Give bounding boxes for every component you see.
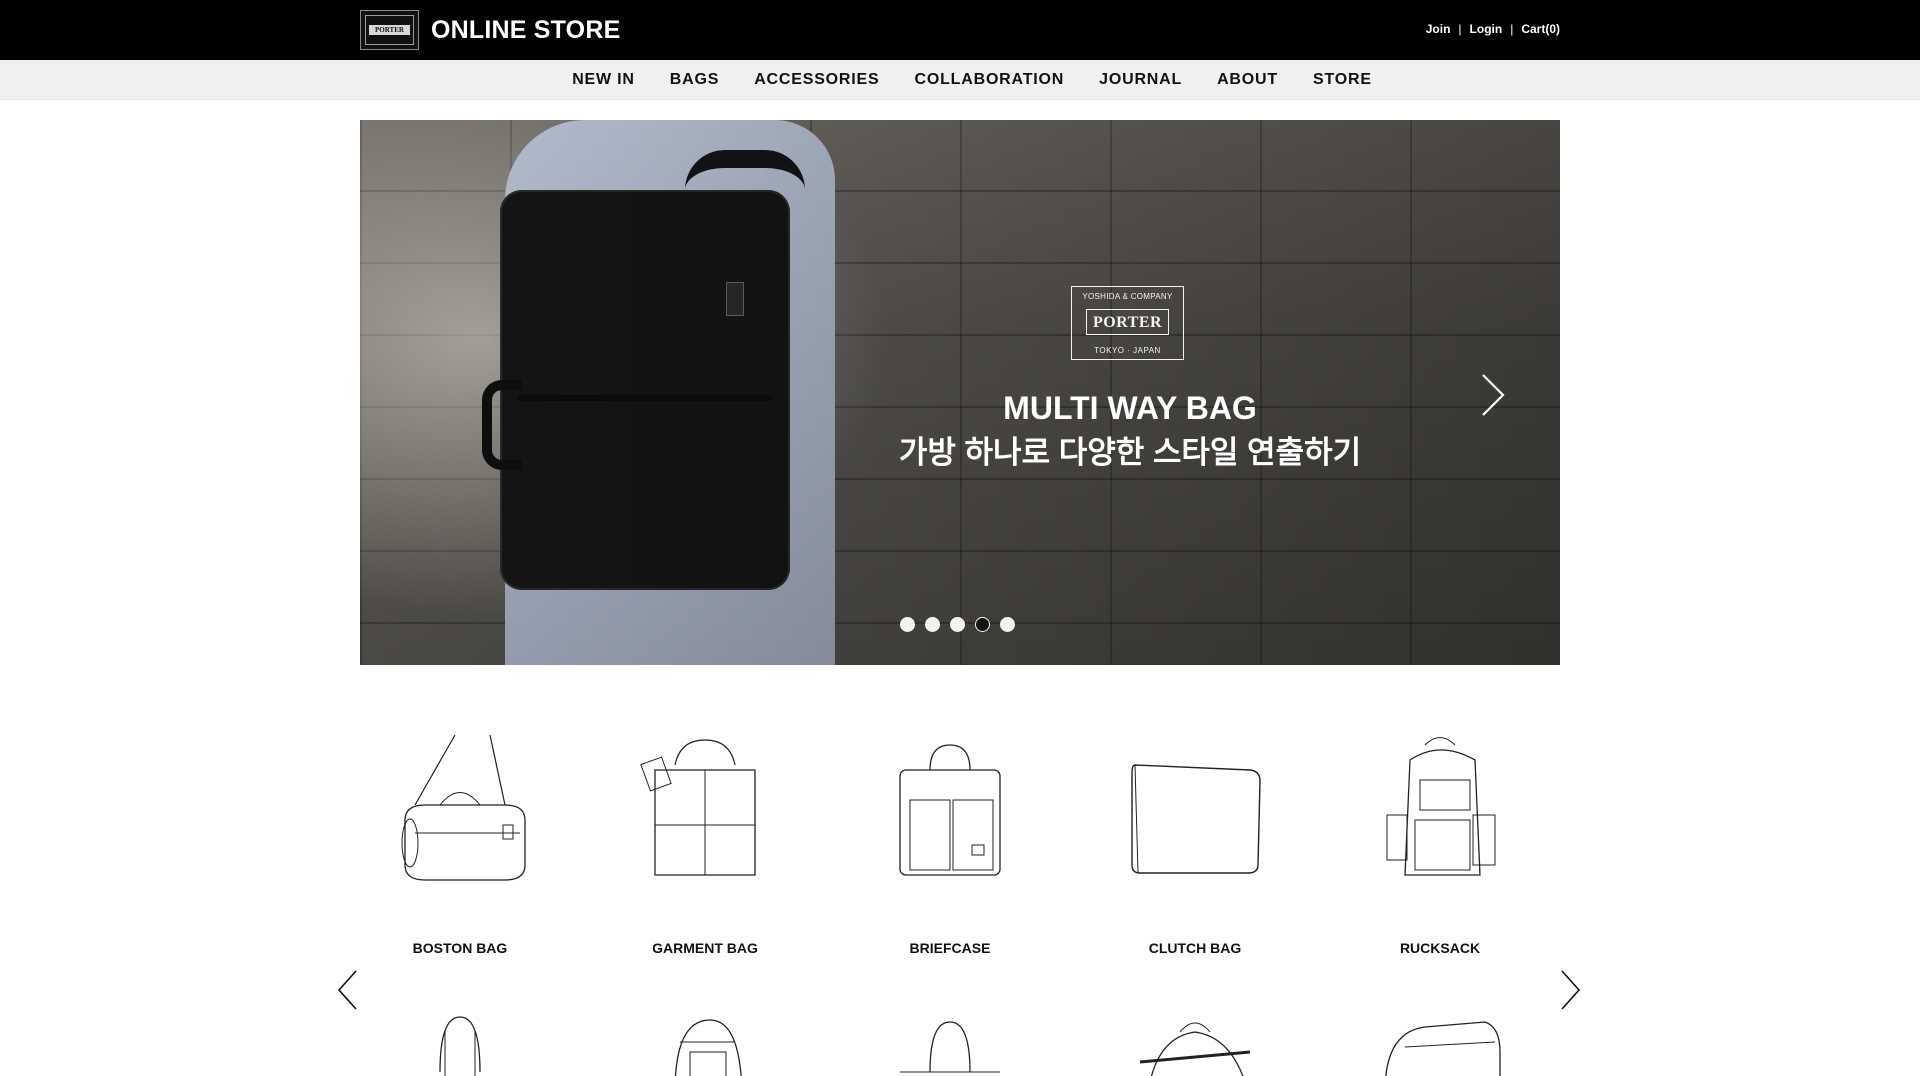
- main-nav: NEW IN BAGS ACCESSORIES COLLABORATION JO…: [0, 60, 1920, 100]
- top-bar: PORTER ONLINE STORE Join | Login | Cart(…: [0, 0, 1920, 60]
- garment-bag-icon: [630, 725, 780, 895]
- slide-dot-2[interactable]: [925, 617, 940, 632]
- category-item-partial[interactable]: [1095, 1012, 1295, 1076]
- nav-item-bags[interactable]: BAGS: [670, 71, 719, 89]
- helmet-bag-icon: [1139, 1022, 1251, 1076]
- boston-bag-icon: [385, 725, 535, 895]
- category-next-arrow[interactable]: [1558, 968, 1582, 1012]
- nav-items: NEW IN BAGS ACCESSORIES COLLABORATION JO…: [0, 60, 1920, 100]
- hero-next-arrow[interactable]: [1478, 370, 1508, 420]
- chevron-left-icon: [337, 970, 357, 1010]
- logo-name: PORTER: [1092, 314, 1163, 331]
- login-link[interactable]: Login: [1470, 22, 1503, 36]
- chevron-right-icon: [1561, 970, 1581, 1010]
- slide-indicators: [900, 617, 1015, 632]
- category-label[interactable]: BRIEFCASE: [850, 940, 1050, 956]
- clutch-bag-icon: [1120, 725, 1270, 895]
- category-item-partial[interactable]: [360, 1012, 560, 1076]
- category-item-partial[interactable]: [850, 1012, 1050, 1076]
- link-separator: |: [1458, 22, 1462, 36]
- logo-top-text: YOSHIDA & COMPANY: [1082, 292, 1173, 301]
- account-links: Join | Login | Cart(0): [1426, 22, 1560, 36]
- porter-logo[interactable]: PORTER: [360, 10, 419, 50]
- nav-item-journal[interactable]: JOURNAL: [1099, 71, 1182, 89]
- nav-item-new-in[interactable]: NEW IN: [572, 71, 635, 89]
- category-row-2: [360, 1012, 1560, 1076]
- slide-dot-5[interactable]: [1000, 617, 1015, 632]
- daypack-icon: [674, 1019, 742, 1076]
- logo-wordmark: PORTER: [369, 25, 410, 35]
- category-label[interactable]: CLUTCH BAG: [1095, 940, 1295, 956]
- chevron-right-icon: [1482, 374, 1505, 416]
- category-label[interactable]: GARMENT BAG: [605, 940, 805, 956]
- category-item-partial[interactable]: [605, 1012, 805, 1076]
- nav-item-about[interactable]: ABOUT: [1217, 71, 1278, 89]
- hero-porter-logo: YOSHIDA & COMPANY PORTER TOKYO · JAPAN: [1071, 286, 1184, 360]
- logo-bottom-text: TOKYO · JAPAN: [1094, 346, 1161, 355]
- hero-title: MULTI WAY BAG: [1003, 390, 1257, 426]
- cart-link[interactable]: Cart(0): [1521, 22, 1560, 36]
- slide-dot-4-active[interactable]: [975, 617, 990, 632]
- hero-banner[interactable]: YOSHIDA & COMPANY PORTER TOKYO · JAPAN M…: [360, 120, 1560, 665]
- category-prev-arrow[interactable]: [336, 968, 360, 1012]
- nav-item-accessories[interactable]: ACCESSORIES: [754, 71, 879, 89]
- nav-item-collaboration[interactable]: COLLABORATION: [914, 71, 1064, 89]
- category-label[interactable]: RUCKSACK: [1340, 940, 1540, 956]
- join-link[interactable]: Join: [1426, 22, 1451, 36]
- backpack-icon: [439, 1016, 481, 1076]
- category-item-partial[interactable]: [1340, 1012, 1540, 1076]
- category-label[interactable]: BOSTON BAG: [360, 940, 560, 956]
- briefcase-icon: [875, 725, 1025, 895]
- hero-subtitle: 가방 하나로 다양한 스타일 연출하기: [898, 435, 1362, 470]
- slide-dot-3[interactable]: [950, 617, 965, 632]
- link-separator: |: [1510, 22, 1514, 36]
- shoulder-bag-icon: [1385, 1021, 1501, 1076]
- tote-bag-icon: [900, 1021, 1000, 1073]
- slide-dot-1[interactable]: [900, 617, 915, 632]
- store-title[interactable]: ONLINE STORE: [431, 16, 620, 45]
- brand[interactable]: PORTER ONLINE STORE: [360, 10, 620, 50]
- rucksack-icon: [1365, 725, 1515, 895]
- nav-item-store[interactable]: STORE: [1313, 71, 1372, 89]
